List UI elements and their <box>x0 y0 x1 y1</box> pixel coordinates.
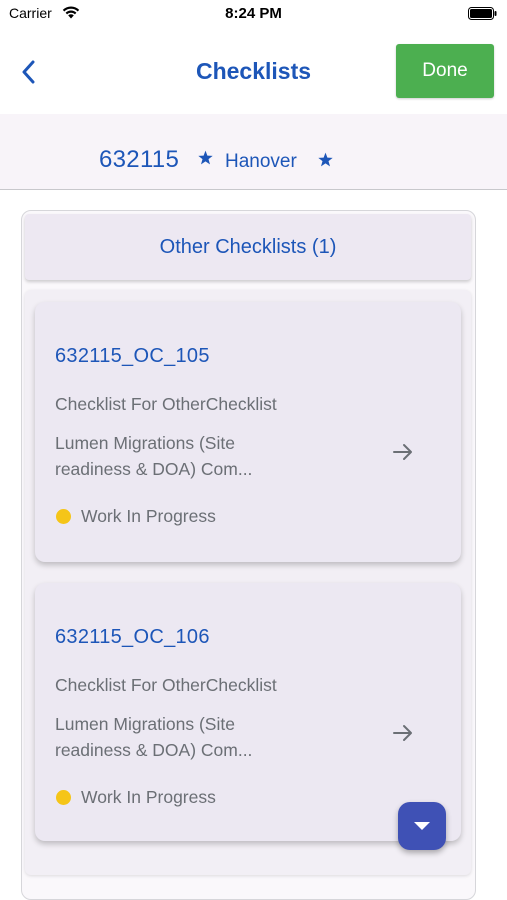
other-checklists-header[interactable]: Other Checklists (1) <box>25 214 471 280</box>
status-text: Work In Progress <box>81 506 216 526</box>
description-line: readiness & DOA) Com... <box>55 740 253 760</box>
checklist-description: Lumen Migrations (Site readiness & DOA) … <box>55 711 355 763</box>
status-text: Work In Progress <box>81 787 216 807</box>
checklist-title: 632115_OC_105 <box>55 345 210 367</box>
description-line: Lumen Migrations (Site <box>55 433 235 453</box>
status-dot <box>56 790 71 805</box>
checklist-card[interactable]: 632115_OC_105 Checklist For OtherCheckli… <box>35 302 461 562</box>
site-id: 632115 <box>99 146 180 173</box>
checklist-description: Lumen Migrations (Site readiness & DOA) … <box>55 430 355 482</box>
arrow-right-icon[interactable] <box>393 724 413 742</box>
clock: 8:24 PM <box>225 5 282 22</box>
checklist-list: 632115_OC_105 Checklist For OtherCheckli… <box>25 290 471 875</box>
site-name: Hanover <box>225 151 297 172</box>
content-area: Other Checklists (1) 632115_OC_105 Check… <box>0 191 507 900</box>
checklist-title: 632115_OC_106 <box>55 626 210 648</box>
checklist-card[interactable]: 632115_OC_106 Checklist For OtherCheckli… <box>35 583 461 841</box>
description-line: readiness & DOA) Com... <box>55 459 253 479</box>
checklist-subtitle: Checklist For OtherChecklist <box>55 394 277 414</box>
site-header: 632115 Hanover <box>0 114 507 190</box>
checklist-panel: Other Checklists (1) 632115_OC_105 Check… <box>21 210 476 900</box>
star-icon <box>318 152 333 167</box>
description-line: Lumen Migrations (Site <box>55 714 235 734</box>
status-bar: Carrier 8:24 PM <box>0 0 507 30</box>
checklist-subtitle: Checklist For OtherChecklist <box>55 675 277 695</box>
done-button[interactable]: Done <box>396 44 494 98</box>
scroll-down-button[interactable] <box>398 802 446 850</box>
arrow-right-icon[interactable] <box>393 443 413 461</box>
caret-down-icon <box>414 822 430 830</box>
battery-icon <box>468 7 497 20</box>
status-dot <box>56 509 71 524</box>
navigation-bar: Checklists Done <box>0 30 507 114</box>
star-icon <box>198 150 213 165</box>
